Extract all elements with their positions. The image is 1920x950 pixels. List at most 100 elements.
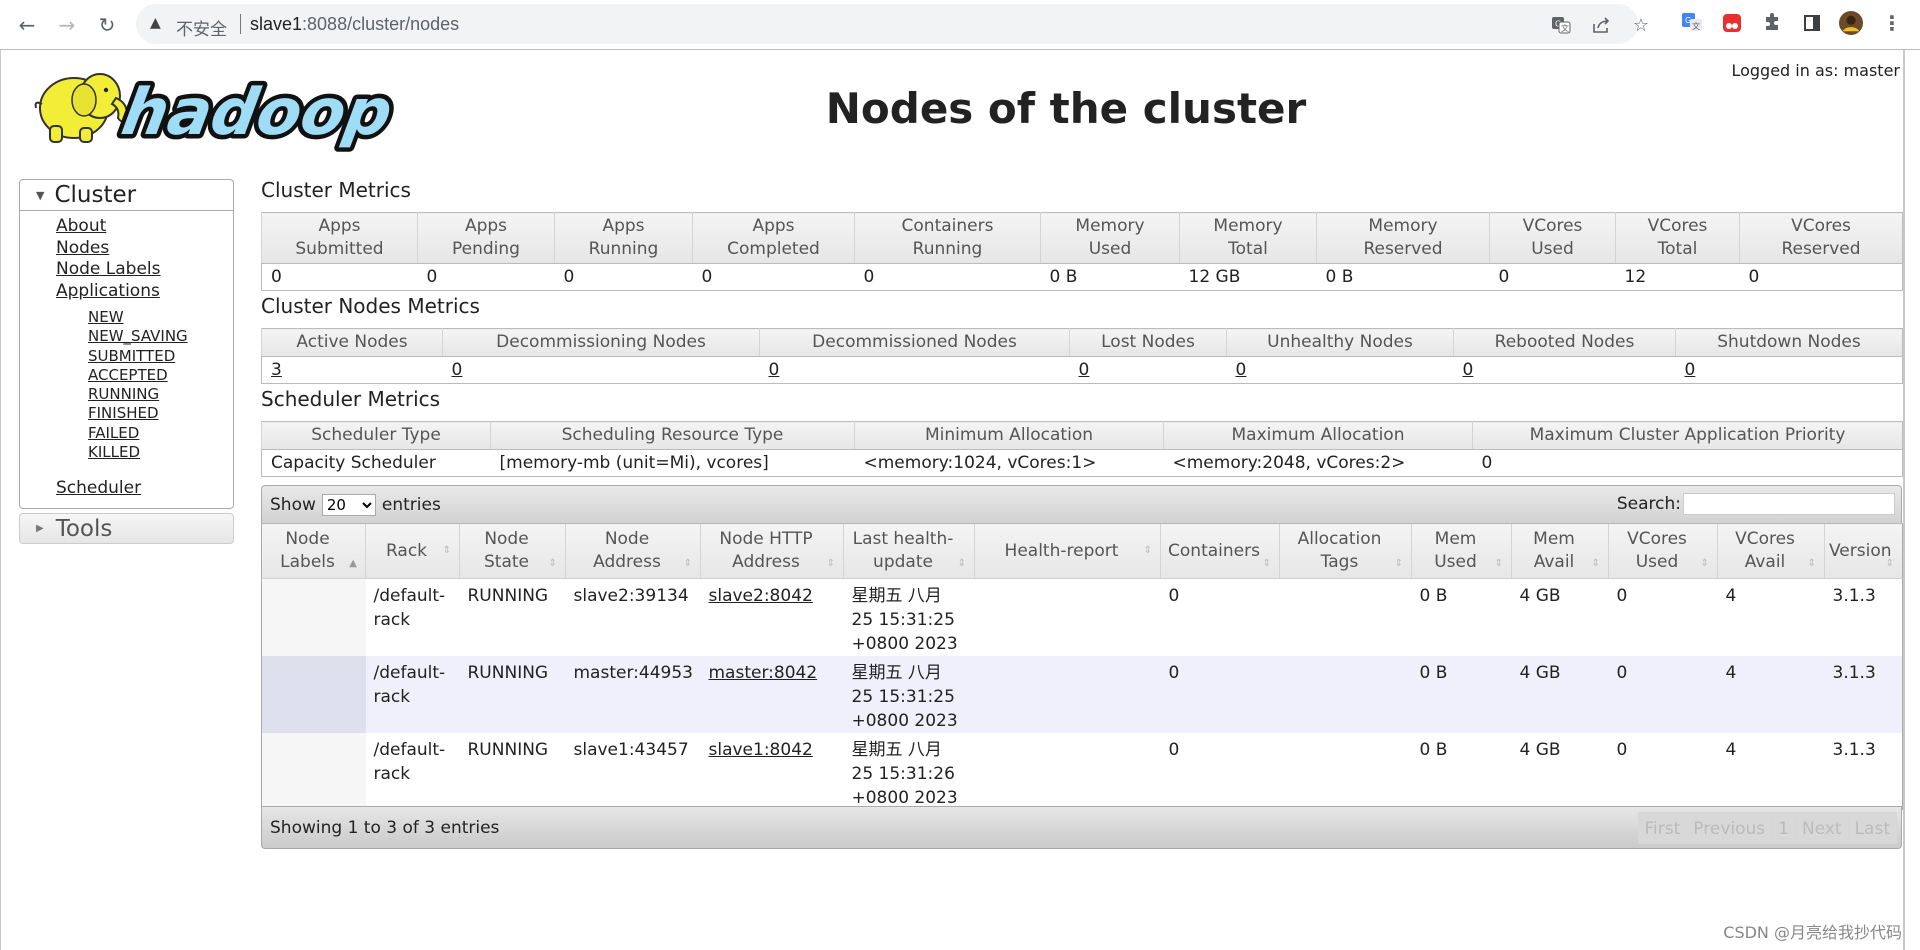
column-header-node-http-address[interactable]: Node HTTP Address ⇕ [700, 523, 844, 579]
security-label[interactable]: 不安全 [176, 15, 227, 40]
link-decommissioned-nodes[interactable]: 0 [769, 360, 780, 380]
cell-labels [261, 733, 366, 810]
cell-http: master:8042 [700, 656, 844, 733]
column-header-node-labels[interactable]: Node Labels ▲ [261, 523, 366, 579]
extensions-puzzle-icon[interactable] [1760, 11, 1784, 35]
bookmark-star-icon[interactable]: ☆ [1630, 14, 1652, 36]
column-header-mem-avail[interactable]: Mem Avail ⇕ [1511, 523, 1609, 579]
link-rebooted-nodes[interactable]: 0 [1463, 360, 1474, 380]
sidebar-item-app-new-saving[interactable]: NEW_SAVING [88, 327, 233, 346]
sort-both-icon: ⇕ [442, 545, 451, 556]
column-header-node-address[interactable]: Node Address ⇕ [565, 523, 701, 579]
column-header-node-state[interactable]: Node State ⇕ [459, 523, 566, 579]
column-header-allocation-tags[interactable]: Allocation Tags ⇕ [1279, 523, 1412, 579]
url-host: slave1 [250, 14, 303, 34]
column-header-text: Node [604, 529, 650, 549]
link-lost-nodes[interactable]: 0 [1079, 360, 1090, 380]
pager-page-1[interactable]: 1 [1771, 812, 1796, 844]
divider [240, 14, 241, 34]
sidebar-item-applications[interactable]: Applications [56, 281, 233, 303]
node-http-link[interactable]: slave2:8042 [709, 586, 813, 606]
sidebar-item-app-new[interactable]: NEW [88, 308, 233, 327]
hadoop-wordmark: hadoop hadoop [112, 71, 402, 154]
svg-text:文: 文 [1692, 21, 1700, 31]
red-extension-icon[interactable] [1720, 11, 1744, 35]
warning-icon[interactable]: ▲ [150, 15, 161, 31]
column-header-vcores-avail[interactable]: VCores Avail ⇕ [1717, 523, 1825, 579]
column-header-mem-used[interactable]: Mem Used ⇕ [1411, 523, 1512, 579]
header-decommissioning-nodes: Decommissioning Nodes [442, 328, 760, 357]
header-text: Apps [318, 216, 361, 236]
tools-nav-label: Tools [55, 515, 113, 542]
watermark: CSDN @月亮给我抄代码 [1723, 923, 1902, 942]
header-decommissioned-nodes: Decommissioned Nodes [759, 328, 1070, 357]
pager-previous[interactable]: Previous [1686, 812, 1773, 844]
tools-nav-header[interactable]: ▶ Tools [19, 513, 234, 544]
value-apps-running: 0 [554, 263, 693, 291]
cell-rack: /default-rack [365, 733, 460, 810]
search-input[interactable] [1683, 493, 1895, 515]
sidebar-item-app-running[interactable]: RUNNING [88, 385, 233, 404]
sidebar-item-about[interactable]: About [56, 216, 233, 238]
column-header-last-health-update[interactable]: Last health-update ⇕ [843, 523, 975, 579]
link-shutdown-nodes[interactable]: 0 [1685, 360, 1696, 380]
cluster-nav-header[interactable]: ▼ Cluster [20, 180, 233, 211]
link-active-nodes[interactable]: 3 [271, 360, 282, 380]
sidebar-item-app-failed[interactable]: FAILED [88, 424, 233, 443]
page-size-select[interactable]: 102050100 [321, 494, 376, 516]
sidebar-item-app-accepted[interactable]: ACCEPTED [88, 366, 233, 385]
node-http-link[interactable]: master:8042 [709, 663, 818, 683]
header-active-nodes: Active Nodes [261, 328, 443, 357]
column-header-vcores-used[interactable]: VCores Used ⇕ [1608, 523, 1718, 579]
application-states: NEW NEW_SAVING SUBMITTED ACCEPTED RUNNIN… [56, 302, 233, 466]
sidebar-item-nodes[interactable]: Nodes [56, 238, 233, 260]
header-text: Apps [464, 216, 508, 236]
link-unhealthy-nodes[interactable]: 0 [1236, 360, 1247, 380]
search-control: Search: [1617, 493, 1895, 515]
browser-toolbar: ← → ↻ ▲ 不安全 slave1:8088/cluster/nodes G文… [0, 0, 1920, 50]
table-info: Showing 1 to 3 of 3 entries [270, 818, 500, 838]
sidebar-item-app-finished[interactable]: FINISHED [88, 404, 233, 423]
sidebar-item-app-submitted[interactable]: SUBMITTED [88, 347, 233, 366]
sidebar-item-app-killed[interactable]: KILLED [88, 443, 233, 462]
cell-health-report [974, 578, 1161, 656]
address-bar[interactable]: ▲ 不安全 slave1:8088/cluster/nodes G文 ☆ [136, 4, 1649, 44]
column-header-containers[interactable]: Containers ⇕ [1160, 523, 1280, 579]
header-text: Containers [901, 216, 994, 236]
menu-kebab-icon[interactable]: ⋮ [1880, 11, 1904, 35]
value-minimum-allocation: <memory:1024, vCores:1> [854, 449, 1164, 477]
header-text: Total [1657, 239, 1698, 259]
column-header-version[interactable]: Version ⇕ [1824, 523, 1903, 579]
value-memory-total: 12 GB [1179, 263, 1317, 291]
cell-mem-avail: 4 GB [1511, 656, 1609, 733]
pager-last[interactable]: Last [1847, 812, 1897, 844]
url-text[interactable]: slave1:8088/cluster/nodes [250, 14, 459, 35]
hadoop-logo[interactable]: hadoop hadoop [22, 62, 402, 154]
sidebar-item-scheduler[interactable]: Scheduler [56, 478, 233, 500]
link-decommissioning-nodes[interactable]: 0 [452, 360, 463, 380]
value-memory-used: 0 B [1040, 263, 1180, 291]
reload-icon[interactable]: ↻ [94, 12, 120, 38]
sort-both-icon: ⇕ [683, 558, 692, 569]
google-translate-extension-icon[interactable]: G文 [1680, 11, 1704, 35]
table-row: /default-rack RUNNING master:44953 master:8… [261, 656, 1903, 733]
header-unhealthy-nodes: Unhealthy Nodes [1226, 328, 1454, 357]
column-header-health-report[interactable]: Health-report ⇕ [974, 523, 1161, 579]
column-header-rack[interactable]: Rack ⇕ [365, 523, 460, 579]
profile-avatar[interactable] [1839, 11, 1863, 35]
side-panel-icon[interactable] [1800, 11, 1824, 35]
table-row: /default-rack RUNNING slave1:43457 slave1:8… [261, 733, 1903, 810]
pager-next[interactable]: Next [1794, 812, 1849, 844]
back-icon[interactable]: ← [14, 12, 40, 38]
header-apps-completed: Apps Completed [692, 212, 855, 264]
share-icon[interactable] [1590, 14, 1612, 36]
sidebar-item-node-labels[interactable]: Node Labels [56, 259, 233, 281]
pager-first[interactable]: First [1637, 812, 1688, 844]
forward-icon[interactable]: → [54, 12, 80, 38]
node-http-link[interactable]: slave1:8042 [709, 740, 813, 760]
header-apps-running: Apps Running [554, 212, 693, 264]
translate-icon[interactable]: G文 [1550, 14, 1572, 36]
show-label: Show [270, 495, 316, 515]
column-header-text: Health-report [1004, 540, 1119, 561]
header-vcores-reserved: VCores Reserved [1739, 212, 1903, 264]
